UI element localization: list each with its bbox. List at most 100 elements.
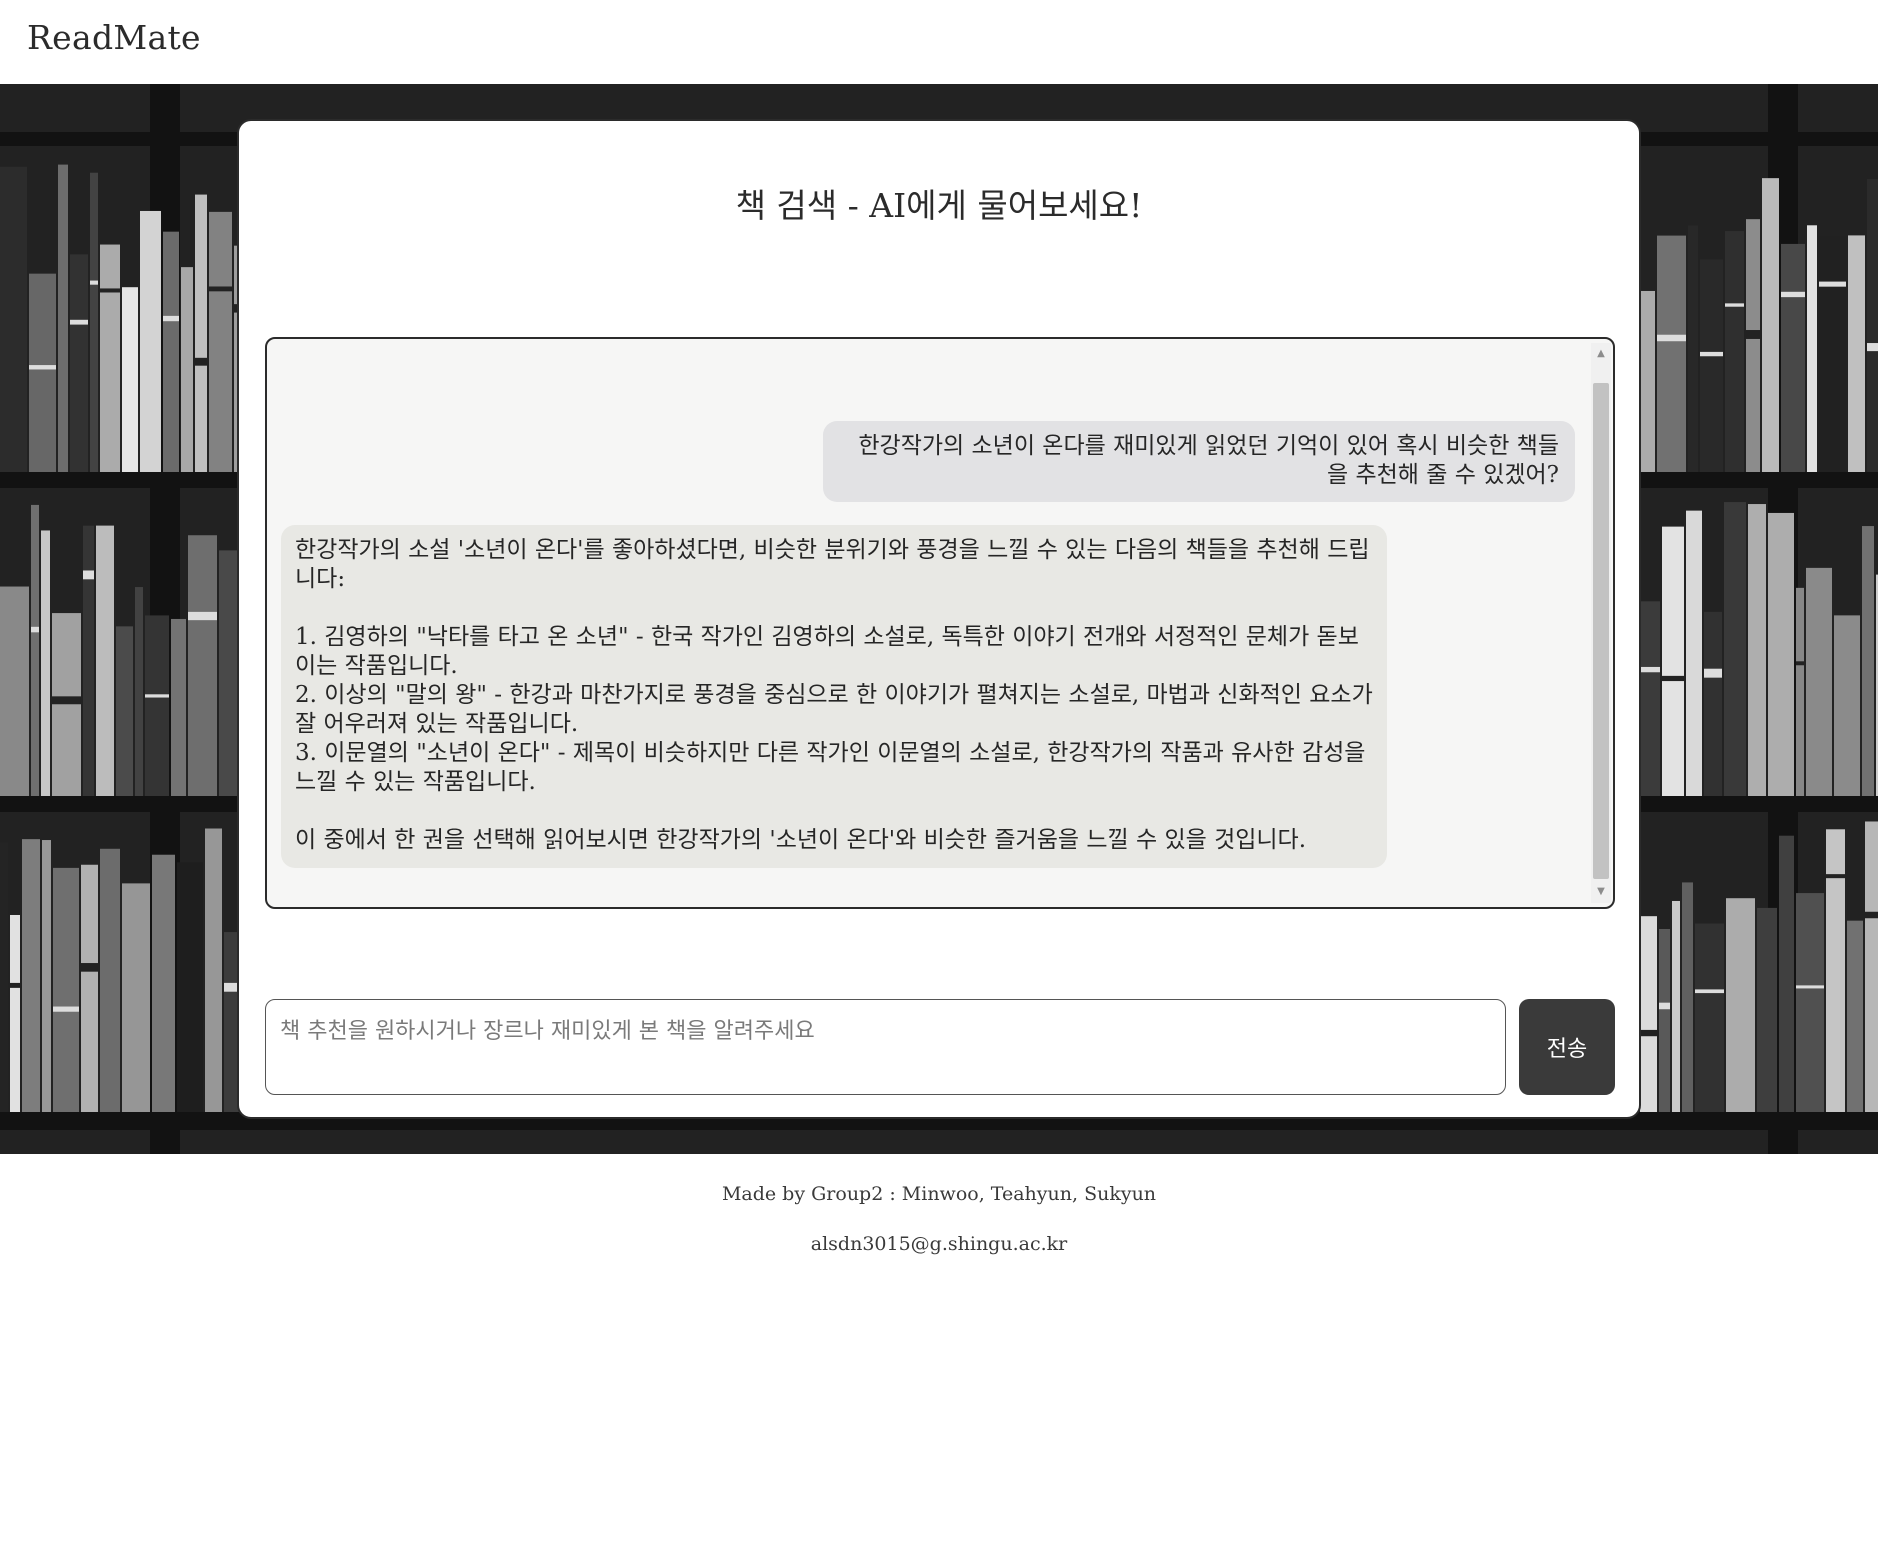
- book-spine: [163, 231, 179, 472]
- book-spine-band: [1695, 989, 1724, 994]
- book-spine-band: [195, 357, 207, 366]
- book-spine: [1704, 611, 1722, 796]
- book-spine-band: [1640, 1029, 1657, 1037]
- scroll-up-arrow-icon[interactable]: ▲: [1591, 343, 1611, 365]
- user-message-bubble: 한강작가의 소년이 온다를 재미있게 읽었던 기억이 있어 혹시 비슷한 책들을…: [823, 421, 1575, 502]
- book-spine-band: [1796, 985, 1824, 989]
- book-spine: [1725, 231, 1744, 472]
- book-spine-band: [1781, 291, 1805, 298]
- book-spine: [0, 586, 29, 796]
- book-spine: [135, 587, 143, 796]
- book-spine: [29, 273, 56, 472]
- book-spine: [140, 210, 161, 473]
- book-spine-band: [1865, 911, 1878, 919]
- book-spine: [122, 883, 150, 1112]
- book-spine: [1781, 243, 1805, 472]
- book-spine: [81, 864, 98, 1112]
- book-spine: [100, 244, 120, 472]
- book-spine: [1640, 916, 1657, 1112]
- send-button[interactable]: 전송: [1519, 999, 1615, 1095]
- card-title: 책 검색 - AI에게 물어보세요!: [735, 186, 1143, 225]
- book-spine: [1796, 587, 1804, 796]
- book-spine: [122, 287, 138, 472]
- book-spine: [0, 842, 8, 1112]
- book-spine: [195, 194, 207, 473]
- book-spine-band: [52, 696, 81, 705]
- chat-window[interactable]: 한강작가의 소년이 온다를 재미있게 읽었던 기억이 있어 혹시 비슷한 책들을…: [265, 337, 1615, 909]
- book-spine: [52, 613, 81, 796]
- footer-credit: Made by Group2 : Minwoo, Teahyun, Sukyun: [721, 1183, 1157, 1205]
- book-spine: [1640, 290, 1655, 472]
- book-spine-band: [163, 315, 179, 322]
- book-spine: [1695, 923, 1724, 1112]
- book-spine-band: [53, 1006, 79, 1012]
- book-spine-band: [10, 982, 20, 988]
- book-spine: [100, 848, 120, 1112]
- book-spine-band: [70, 319, 88, 325]
- book-spine: [1662, 526, 1684, 796]
- book-spine: [1659, 928, 1670, 1112]
- book-spine: [1862, 526, 1874, 796]
- book-spine-band: [209, 286, 232, 292]
- search-card: 책 검색 - AI에게 물어보세요! 한강작가의 소년이 온다를 재미있게 읽었…: [237, 119, 1641, 1119]
- book-spine: [1796, 893, 1824, 1112]
- book-spine: [1779, 835, 1794, 1112]
- book-spine-band: [1657, 334, 1686, 342]
- book-spine: [1640, 601, 1660, 796]
- book-spine: [83, 525, 94, 796]
- book-spine-band: [1867, 343, 1878, 352]
- scroll-down-arrow-icon[interactable]: ▼: [1591, 881, 1611, 903]
- book-spine: [1672, 900, 1680, 1112]
- book-spine-band: [1704, 668, 1722, 678]
- book-spine: [188, 535, 217, 796]
- book-spine: [53, 867, 79, 1112]
- book-spine: [1682, 882, 1693, 1112]
- book-spine-band: [1640, 666, 1660, 673]
- app-logo[interactable]: ReadMate: [27, 18, 201, 57]
- book-spine-band: [29, 365, 56, 370]
- book-spine: [1757, 907, 1777, 1112]
- chat-scrollbar[interactable]: ▲ ▼: [1591, 343, 1611, 903]
- footer: Made by Group2 : Minwoo, Teahyun, Sukyun…: [0, 1154, 1878, 1546]
- footer-email: alsdn3015@g.shingu.ac.kr: [810, 1233, 1068, 1255]
- assistant-message-bubble: 한강작가의 소설 '소년이 온다'를 좋아하셨다면, 비슷한 분위기와 풍경을 …: [281, 525, 1387, 868]
- book-spine: [22, 839, 40, 1112]
- book-spine: [209, 211, 232, 472]
- book-spine: [1826, 829, 1845, 1112]
- book-spine-band: [1796, 661, 1804, 666]
- book-spine: [31, 504, 39, 796]
- book-spine: [1700, 259, 1723, 472]
- book-spine: [181, 267, 193, 472]
- book-spine: [10, 914, 20, 1112]
- book-spine: [205, 828, 222, 1112]
- scroll-thumb[interactable]: [1593, 383, 1609, 879]
- bookshelf-hero: 책 검색 - AI에게 물어보세요! 한강작가의 소년이 온다를 재미있게 읽었…: [0, 84, 1878, 1154]
- book-spine-band: [31, 626, 39, 633]
- book-spine: [152, 854, 175, 1112]
- book-spine: [116, 626, 133, 796]
- book-spine-band: [83, 570, 94, 580]
- book-spine: [90, 172, 98, 472]
- book-spine-band: [1725, 303, 1744, 307]
- book-query-input[interactable]: [265, 999, 1506, 1095]
- book-spine-band: [1659, 1002, 1670, 1010]
- book-spine: [1807, 225, 1817, 472]
- book-spine: [1657, 235, 1686, 472]
- book-spine-band: [81, 963, 98, 972]
- book-spine-band: [90, 280, 98, 285]
- book-spine-band: [1819, 281, 1846, 287]
- book-spine: [1848, 235, 1865, 472]
- book-spine-band: [145, 694, 169, 698]
- book-spine: [96, 525, 114, 796]
- book-spine: [145, 615, 169, 796]
- book-spine: [1865, 821, 1878, 1112]
- book-spine: [1819, 236, 1846, 472]
- book-spine-band: [1826, 874, 1845, 879]
- book-spine: [1834, 615, 1860, 796]
- book-spine: [58, 164, 68, 472]
- book-spine: [1748, 504, 1766, 796]
- book-spine-band: [188, 611, 217, 621]
- book-spine: [1762, 178, 1779, 473]
- book-spine-band: [100, 288, 120, 293]
- book-spine-band: [1662, 675, 1684, 682]
